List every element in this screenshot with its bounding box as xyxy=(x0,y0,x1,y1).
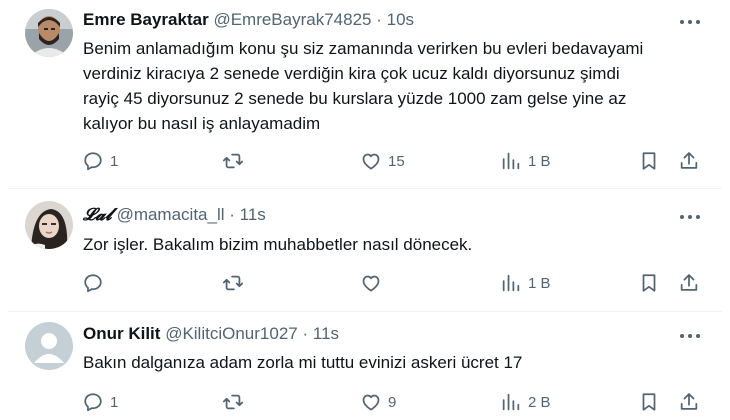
repost-icon xyxy=(222,153,244,169)
author-name[interactable]: Onur Kilit xyxy=(83,324,160,343)
action-bar: 1 9 2 B xyxy=(0,390,730,414)
like-count: 15 xyxy=(388,152,405,170)
more-icon[interactable] xyxy=(680,333,700,339)
like-icon xyxy=(362,153,380,170)
share-button[interactable] xyxy=(678,271,700,295)
bookmark-icon xyxy=(642,393,656,411)
share-button[interactable] xyxy=(678,149,700,173)
bookmark-icon xyxy=(642,152,656,170)
separator: · xyxy=(376,10,382,29)
timestamp[interactable]: 11s xyxy=(240,205,266,224)
avatar[interactable] xyxy=(25,322,73,370)
bookmark-button[interactable] xyxy=(638,271,660,295)
separator: · xyxy=(229,205,235,224)
post-text: Bakın dalganıza adam zorla mi tuttu evin… xyxy=(83,353,523,372)
repost-button[interactable] xyxy=(222,390,250,414)
reply-button[interactable]: 1 xyxy=(82,390,118,414)
author-name[interactable]: Emre Bayraktar xyxy=(83,10,209,29)
views-count: 1 B xyxy=(528,274,551,292)
share-icon xyxy=(680,152,698,169)
action-bar: 1 B xyxy=(0,271,730,295)
reply-icon xyxy=(84,152,102,171)
like-button[interactable] xyxy=(360,271,388,295)
reply-button[interactable] xyxy=(82,271,110,295)
avatar-photo xyxy=(25,9,73,57)
reply-count: 1 xyxy=(110,152,119,170)
views-button[interactable]: 2 B xyxy=(500,390,551,414)
views-button[interactable]: 1 B xyxy=(500,271,551,295)
views-button[interactable]: 1 B xyxy=(500,149,551,173)
reply-icon xyxy=(84,274,102,293)
views-icon xyxy=(502,274,520,292)
share-button[interactable] xyxy=(678,390,700,414)
avatar-photo xyxy=(25,201,73,249)
more-icon[interactable] xyxy=(680,19,700,25)
reply-button[interactable]: 1 xyxy=(82,149,118,173)
like-count: 9 xyxy=(388,393,397,411)
like-button[interactable]: 9 xyxy=(360,390,396,414)
separator: · xyxy=(302,324,309,343)
bookmark-button[interactable] xyxy=(638,390,660,414)
author-handle[interactable]: @KilitciOnur1027 xyxy=(165,324,298,343)
action-bar: 1 15 1 B xyxy=(0,149,730,173)
post[interactable]: Emre Bayraktar @EmreBayrak74825 · 10s Be… xyxy=(0,0,730,188)
repost-button[interactable] xyxy=(222,271,250,295)
share-icon xyxy=(680,274,698,291)
like-button[interactable]: 15 xyxy=(360,149,405,173)
post-header: Onur Kilit @KilitciOnur1027 · 11s xyxy=(83,323,339,345)
repost-icon xyxy=(222,394,244,410)
bookmark-button[interactable] xyxy=(638,149,660,173)
views-count: 2 B xyxy=(528,393,551,411)
post-text: Zor işler. Bakalım bizim muhabbetler nas… xyxy=(83,235,473,254)
post-header: 𝓛𝓪𝓵 @mamacita_ll · 11s xyxy=(83,204,266,226)
like-icon xyxy=(362,275,380,292)
post[interactable]: 𝓛𝓪𝓵 @mamacita_ll · 11s Zor işler. Bakalı… xyxy=(0,189,730,311)
views-icon xyxy=(502,152,520,170)
timestamp[interactable]: 10s xyxy=(387,10,414,29)
views-count: 1 B xyxy=(528,152,551,170)
post-text: Benim anlamadığım konu şu siz zamanında … xyxy=(83,39,644,133)
timestamp[interactable]: 11s xyxy=(313,324,339,343)
avatar[interactable] xyxy=(25,201,73,249)
avatar[interactable] xyxy=(25,9,73,57)
default-avatar-icon xyxy=(25,322,73,370)
reply-icon xyxy=(84,393,102,412)
repost-button[interactable] xyxy=(222,149,250,173)
views-icon xyxy=(502,393,520,411)
author-handle[interactable]: @EmreBayrak74825 xyxy=(213,10,371,29)
repost-icon xyxy=(222,275,244,291)
more-icon[interactable] xyxy=(680,214,700,220)
author-name[interactable]: 𝓛𝓪𝓵 xyxy=(83,205,112,225)
bookmark-icon xyxy=(642,274,656,292)
post[interactable]: Onur Kilit @KilitciOnur1027 · 11s Bakın … xyxy=(0,312,730,420)
post-header: Emre Bayraktar @EmreBayrak74825 · 10s xyxy=(83,9,414,31)
reply-count: 1 xyxy=(110,393,119,411)
like-icon xyxy=(362,394,380,411)
author-handle[interactable]: @mamacita_ll xyxy=(117,205,225,224)
share-icon xyxy=(680,393,698,410)
